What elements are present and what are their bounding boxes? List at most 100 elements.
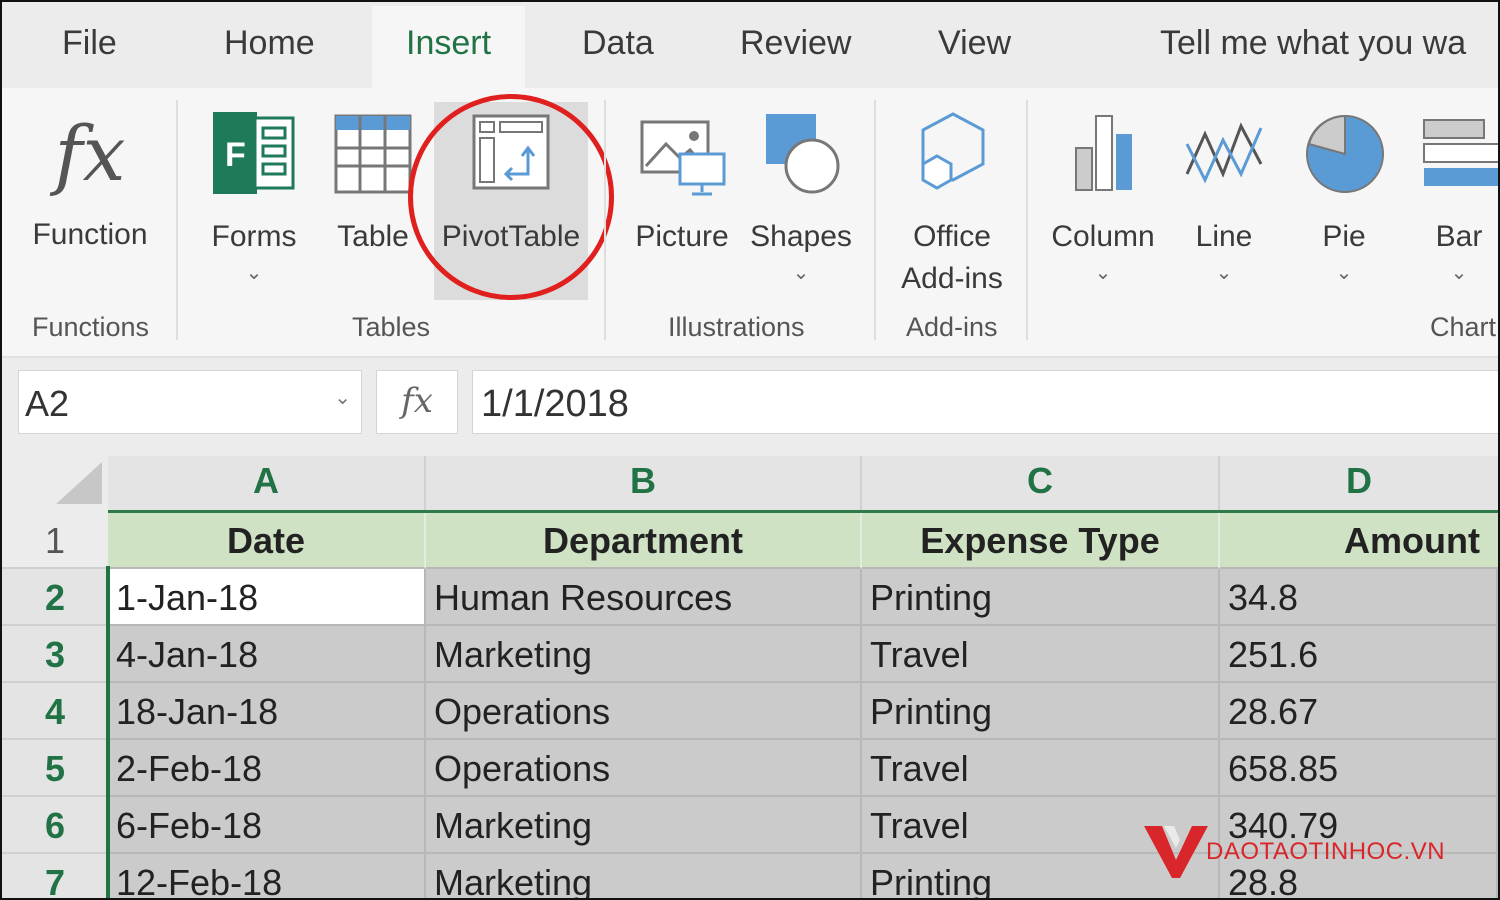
row-header-4[interactable]: 4 bbox=[2, 683, 108, 740]
picture-button[interactable]: Picture bbox=[628, 104, 736, 258]
group-label-tables: Tables bbox=[352, 312, 431, 342]
table-button[interactable]: Table bbox=[326, 104, 420, 258]
name-box-value: A2 bbox=[25, 383, 70, 424]
worksheet-grid: A B C D 1 2 3 4 5 6 7 Date Department Ex… bbox=[2, 456, 1498, 898]
tab-insert[interactable]: Insert bbox=[372, 6, 526, 88]
chevron-down-icon: ⌄ bbox=[1335, 262, 1353, 284]
row-header-7[interactable]: 7 bbox=[2, 854, 108, 898]
cell-d4[interactable]: 28.67 bbox=[1220, 683, 1498, 740]
tab-file[interactable]: File bbox=[62, 24, 117, 63]
line-chart-icon bbox=[1174, 104, 1274, 216]
picture-label: Picture bbox=[635, 220, 729, 253]
group-divider bbox=[176, 100, 178, 340]
row-header-5[interactable]: 5 bbox=[2, 740, 108, 797]
row-header-2[interactable]: 2 bbox=[2, 569, 108, 626]
group-label-illustrations: Illustrations bbox=[668, 312, 805, 342]
line-label: Line bbox=[1195, 220, 1253, 253]
forms-icon: F bbox=[198, 104, 310, 216]
select-all-corner[interactable] bbox=[56, 462, 102, 504]
picture-icon bbox=[628, 104, 736, 216]
column-header-c[interactable]: C bbox=[862, 456, 1220, 510]
cell-d2[interactable]: 34.8 bbox=[1220, 569, 1498, 626]
cell-b4[interactable]: Operations bbox=[426, 683, 862, 740]
cell-b7[interactable]: Marketing bbox=[426, 854, 862, 898]
group-divider bbox=[1026, 100, 1028, 340]
office-addins-icon bbox=[888, 104, 1016, 216]
shapes-button[interactable]: Shapes ⌄ bbox=[746, 104, 856, 288]
group-label-charts: Chart bbox=[1430, 312, 1497, 342]
bar-chart-icon bbox=[1414, 104, 1498, 216]
column-header-b[interactable]: B bbox=[426, 456, 862, 510]
header-cell-expense-type[interactable]: Expense Type bbox=[862, 512, 1220, 569]
name-box[interactable]: A2 ⌄ bbox=[18, 370, 362, 434]
formula-value: 1/1/2018 bbox=[481, 383, 629, 425]
formula-input[interactable]: 1/1/2018 bbox=[472, 370, 1498, 434]
forms-label: Forms bbox=[211, 220, 297, 253]
excel-window: File Home Insert Data Review View Tell m… bbox=[0, 0, 1500, 900]
pie-label: Pie bbox=[1322, 220, 1366, 253]
group-divider bbox=[874, 100, 876, 340]
function-button[interactable]: fx Function bbox=[24, 104, 156, 256]
tell-me-search[interactable]: Tell me what you wa bbox=[1160, 24, 1466, 63]
row-header-1[interactable]: 1 bbox=[2, 512, 108, 569]
svg-text:F: F bbox=[225, 136, 246, 174]
cell-a3[interactable]: 4-Jan-18 bbox=[108, 626, 426, 683]
chevron-down-icon: ⌄ bbox=[792, 262, 810, 284]
column-header-a[interactable]: A bbox=[108, 456, 426, 510]
chevron-down-icon: ⌄ bbox=[1215, 262, 1233, 284]
office-addins-label-2: Add-ins bbox=[901, 262, 1003, 295]
header-cell-department[interactable]: Department bbox=[426, 512, 862, 569]
cell-c3[interactable]: Travel bbox=[862, 626, 1220, 683]
tab-data[interactable]: Data bbox=[582, 24, 654, 63]
pie-chart-button[interactable]: Pie ⌄ bbox=[1294, 104, 1394, 288]
cell-a4[interactable]: 18-Jan-18 bbox=[108, 683, 426, 740]
cell-b6[interactable]: Marketing bbox=[426, 797, 862, 854]
table-icon bbox=[326, 104, 420, 216]
office-addins-label-1: Office bbox=[913, 220, 991, 253]
group-label-addins: Add-ins bbox=[906, 312, 998, 342]
tab-view[interactable]: View bbox=[938, 24, 1011, 63]
cell-c4[interactable]: Printing bbox=[862, 683, 1220, 740]
ribbon-tab-bar: File Home Insert Data Review View Tell m… bbox=[2, 2, 1498, 88]
cell-d3[interactable]: 251.6 bbox=[1220, 626, 1498, 683]
table-label: Table bbox=[337, 220, 409, 253]
cell-a6[interactable]: 6-Feb-18 bbox=[108, 797, 426, 854]
header-cell-date[interactable]: Date bbox=[108, 512, 426, 569]
column-chart-button[interactable]: Column ⌄ bbox=[1042, 104, 1164, 288]
pie-chart-icon bbox=[1294, 104, 1394, 216]
cell-b5[interactable]: Operations bbox=[426, 740, 862, 797]
header-cell-amount[interactable]: Amount bbox=[1220, 512, 1498, 569]
chevron-down-icon: ⌄ bbox=[1450, 262, 1468, 284]
tab-home[interactable]: Home bbox=[224, 24, 315, 63]
formula-bar: A2 ⌄ fx 1/1/2018 bbox=[2, 358, 1498, 456]
cell-c2[interactable]: Printing bbox=[862, 569, 1220, 626]
cell-b3[interactable]: Marketing bbox=[426, 626, 862, 683]
cell-c5[interactable]: Travel bbox=[862, 740, 1220, 797]
office-addins-button[interactable]: Office Add-ins bbox=[888, 104, 1016, 300]
bar-chart-button[interactable]: Bar ⌄ bbox=[1414, 104, 1498, 288]
tab-review[interactable]: Review bbox=[740, 24, 851, 63]
row-header-6[interactable]: 6 bbox=[2, 797, 108, 854]
cell-a5[interactable]: 2-Feb-18 bbox=[108, 740, 426, 797]
shapes-label: Shapes bbox=[750, 220, 852, 253]
column-chart-icon bbox=[1042, 104, 1164, 216]
bar-label: Bar bbox=[1435, 220, 1483, 253]
cell-a7[interactable]: 12-Feb-18 bbox=[108, 854, 426, 898]
cell-d5[interactable]: 658.85 bbox=[1220, 740, 1498, 797]
fx-icon: fx bbox=[54, 109, 126, 198]
highlight-circle bbox=[408, 94, 614, 300]
chevron-down-icon: ⌄ bbox=[1094, 262, 1112, 284]
row-header-3[interactable]: 3 bbox=[2, 626, 108, 683]
group-label-functions: Functions bbox=[32, 312, 150, 342]
watermark-text: DAOTAOTINHOC.VN bbox=[1206, 838, 1446, 865]
chevron-down-icon[interactable]: ⌄ bbox=[334, 385, 351, 410]
shapes-icon bbox=[746, 104, 856, 216]
forms-button[interactable]: F Forms ⌄ bbox=[198, 104, 310, 288]
line-chart-button[interactable]: Line ⌄ bbox=[1174, 104, 1274, 288]
function-label: Function bbox=[32, 218, 148, 251]
cell-b2[interactable]: Human Resources bbox=[426, 569, 862, 626]
watermark-logo: DAOTAOTINHOC.VN bbox=[1142, 820, 1445, 885]
insert-function-icon[interactable]: fx bbox=[376, 370, 458, 434]
cell-a2[interactable]: 1-Jan-18 bbox=[108, 569, 426, 626]
column-header-d[interactable]: D bbox=[1220, 456, 1498, 510]
